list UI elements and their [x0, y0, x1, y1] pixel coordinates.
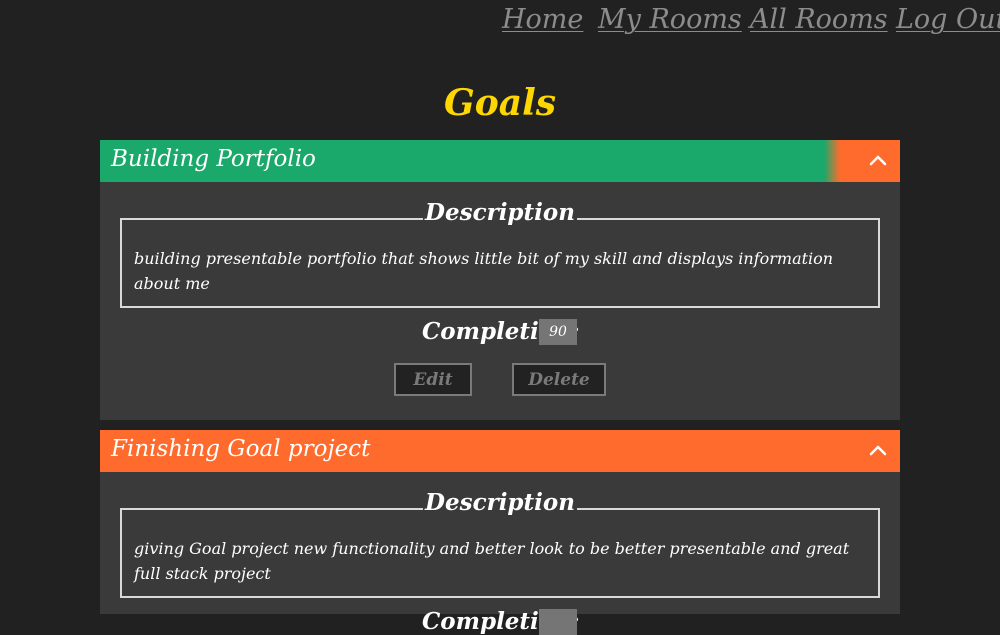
description-box: Description giving Goal project new func… — [120, 489, 880, 598]
description-box: Description building presentable portfol… — [120, 199, 880, 308]
nav-log-out-link[interactable]: Log Out — [896, 4, 1000, 35]
delete-button[interactable]: Delete — [512, 363, 606, 396]
completion-input[interactable] — [539, 609, 577, 635]
goal-card-header[interactable]: Finishing Goal project — [100, 430, 900, 472]
top-nav: Home My Rooms All Rooms Log Out — [0, 0, 1000, 48]
description-label: Description — [423, 489, 577, 516]
chevron-up-icon[interactable] — [866, 149, 890, 173]
nav-my-rooms-link[interactable]: My Rooms — [598, 4, 742, 35]
completion-input[interactable] — [539, 319, 577, 345]
nav-all-rooms-link[interactable]: All Rooms — [750, 4, 888, 35]
description-text: building presentable portfolio that show… — [134, 249, 834, 293]
goal-card-header[interactable]: Building Portfolio — [100, 140, 900, 182]
edit-button[interactable]: Edit — [394, 363, 472, 396]
goal-card: Building Portfolio Description building … — [100, 140, 900, 420]
nav-home-link[interactable]: Home — [502, 4, 583, 35]
goal-title: Finishing Goal project — [111, 436, 371, 462]
goal-card: Finishing Goal project Description givin… — [100, 430, 900, 635]
description-text: giving Goal project new functionality an… — [134, 539, 850, 583]
description-label: Description — [423, 199, 577, 226]
chevron-up-icon[interactable] — [866, 439, 890, 463]
goal-title: Building Portfolio — [111, 146, 316, 172]
page-title: Goals — [443, 82, 557, 124]
